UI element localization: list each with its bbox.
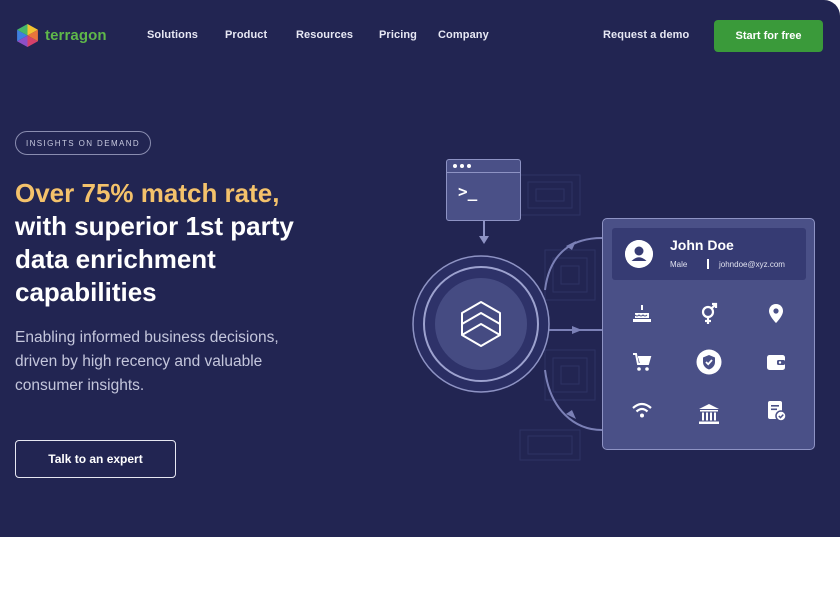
location-pin-icon <box>769 304 783 323</box>
profile-header: John Doe Male johndoe@xyz.com <box>612 228 806 280</box>
terminal-window: >_ <box>446 159 521 221</box>
divider <box>707 259 709 269</box>
gender-icon <box>701 302 718 324</box>
profile-card: John Doe Male johndoe@xyz.com <box>602 218 815 450</box>
profile-gender: Male <box>670 260 688 269</box>
document-check-icon <box>768 401 787 422</box>
wifi-icon <box>632 402 652 418</box>
profile-email: johndoe@xyz.com <box>719 260 785 269</box>
wallet-icon <box>767 355 785 370</box>
bank-icon <box>699 404 719 424</box>
profile-name: John Doe <box>670 237 734 253</box>
user-avatar-icon <box>625 240 653 268</box>
hero-section: terragon Solutions Product Resources Pri… <box>0 0 840 537</box>
shopping-cart-icon <box>633 353 652 371</box>
page-body <box>0 537 840 600</box>
terminal-prompt: >_ <box>458 182 478 201</box>
shield-check-icon <box>696 349 722 375</box>
birthday-cake-icon <box>633 305 651 322</box>
